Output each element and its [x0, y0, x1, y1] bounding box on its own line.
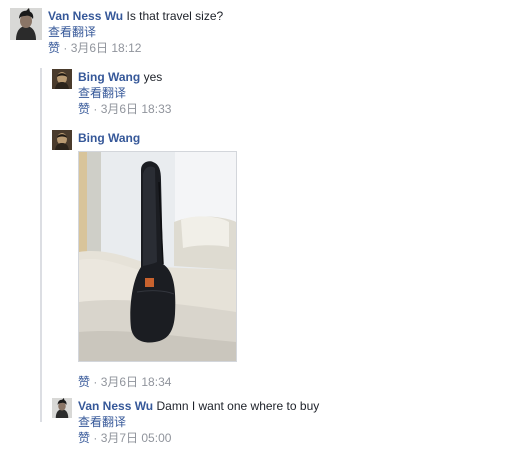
see-translation-link[interactable]: 查看翻译	[78, 415, 126, 429]
comment-text: Damn I want one where to buy	[156, 399, 320, 413]
meta-separator: ·	[93, 102, 98, 116]
comment-meta: 赞 · 3月6日 18:33	[78, 101, 171, 117]
like-link[interactable]: 赞	[78, 375, 90, 389]
avatar-van-ness-wu[interactable]	[10, 8, 42, 40]
meta-separator: ·	[63, 41, 68, 55]
like-link[interactable]: 赞	[78, 431, 90, 445]
avatar-bing-wang-image	[52, 69, 72, 89]
avatar-van-ness-wu-image	[52, 398, 72, 418]
comment-meta: 赞 · 3月7日 05:00	[78, 430, 319, 446]
avatar-van-ness-wu-image	[10, 8, 42, 40]
comment-author[interactable]: Bing Wang	[78, 70, 140, 84]
comment-text: yes	[143, 70, 163, 84]
see-translation-link[interactable]: 查看翻译	[78, 86, 126, 100]
avatar-van-ness-wu[interactable]	[52, 398, 72, 418]
reply-thread-line	[40, 68, 42, 422]
comment-meta: 赞 · 3月6日 18:12	[48, 40, 223, 56]
see-translation-link[interactable]: 查看翻译	[48, 25, 96, 39]
comment-timestamp[interactable]: 3月6日 18:34	[101, 375, 172, 389]
reply-bing-wang-1: Bing Wang yes 查看翻译 赞 · 3月6日 18:33	[52, 69, 171, 117]
like-link[interactable]: 赞	[78, 102, 90, 116]
comment-timestamp[interactable]: 3月6日 18:12	[71, 41, 142, 55]
meta-separator: ·	[93, 375, 98, 389]
comment-text: Is that travel size?	[126, 9, 224, 23]
avatar-bing-wang[interactable]	[52, 69, 72, 89]
black-instrument-case-on-sofa-photo[interactable]	[78, 151, 237, 362]
like-link[interactable]: 赞	[48, 41, 60, 55]
reply-bing-wang-photo: Bing Wang 赞 · 3月6日 18:34	[52, 130, 237, 390]
avatar-bing-wang-image	[52, 130, 72, 150]
comment-author[interactable]: Van Ness Wu	[78, 399, 153, 413]
comment-timestamp[interactable]: 3月7日 05:00	[101, 431, 172, 445]
avatar-bing-wang[interactable]	[52, 130, 72, 150]
comment-van-ness-wu-1: Van Ness Wu Is that travel size? 查看翻译 赞 …	[10, 8, 223, 56]
comment-author[interactable]: Van Ness Wu	[48, 9, 123, 23]
meta-separator: ·	[93, 431, 98, 445]
comment-meta: 赞 · 3月6日 18:34	[78, 374, 237, 390]
reply-van-ness-wu-2: Van Ness Wu Damn I want one where to buy…	[52, 398, 319, 446]
comment-timestamp[interactable]: 3月6日 18:33	[101, 102, 172, 116]
comment-author[interactable]: Bing Wang	[78, 131, 140, 145]
